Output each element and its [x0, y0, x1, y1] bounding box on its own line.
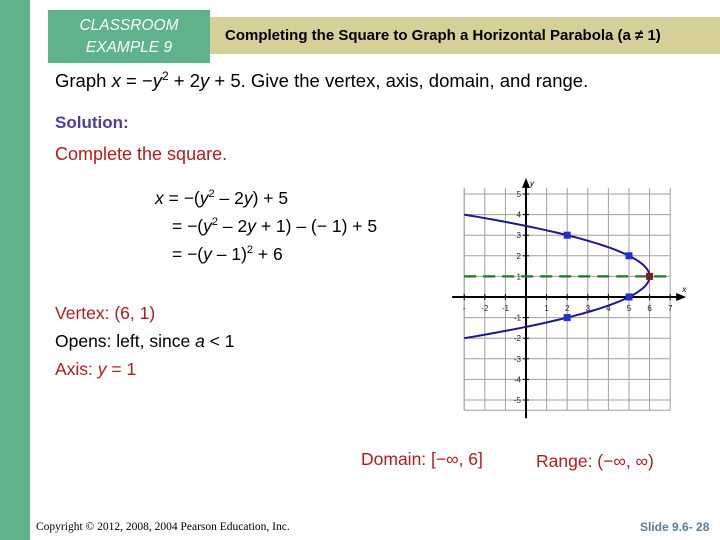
data-point [563, 314, 571, 322]
x-tick-label: 5 [627, 304, 632, 313]
y-axis-label: y [529, 179, 535, 188]
x-axis-label: x [681, 285, 687, 294]
y-tick-label: 3 [517, 231, 522, 240]
y-tick-label: 1 [517, 272, 522, 281]
x-tick-label: -2 [481, 304, 489, 313]
x-tick-label: 7 [668, 304, 673, 313]
y-tick-label: 4 [517, 211, 522, 220]
x-tick-label: 1 [544, 304, 549, 313]
y-tick-label: -2 [514, 334, 522, 343]
y-tick-label: -4 [514, 375, 522, 384]
vertex-point [646, 272, 654, 280]
data-point [625, 252, 633, 260]
data-point [625, 293, 633, 301]
y-tick-label: 5 [517, 190, 522, 199]
y-tick-label: -5 [514, 396, 522, 405]
y-tick-label: -1 [514, 314, 522, 323]
x-tick-label: -1 [502, 304, 510, 313]
parabola-graph: xy- -2 -1 1 2 3 4 5 6 754321-1-2-3-4-5 [452, 177, 687, 419]
y-tick-label: 2 [517, 252, 522, 261]
x-tick-label: 2 [565, 304, 570, 313]
data-point [563, 231, 571, 239]
x-tick-label: 6 [647, 304, 652, 313]
y-tick-label: -3 [514, 355, 522, 364]
x-tick-label: - [463, 304, 466, 313]
y-axis-arrow-icon [522, 177, 530, 188]
x-axis-arrow-icon [676, 293, 687, 301]
